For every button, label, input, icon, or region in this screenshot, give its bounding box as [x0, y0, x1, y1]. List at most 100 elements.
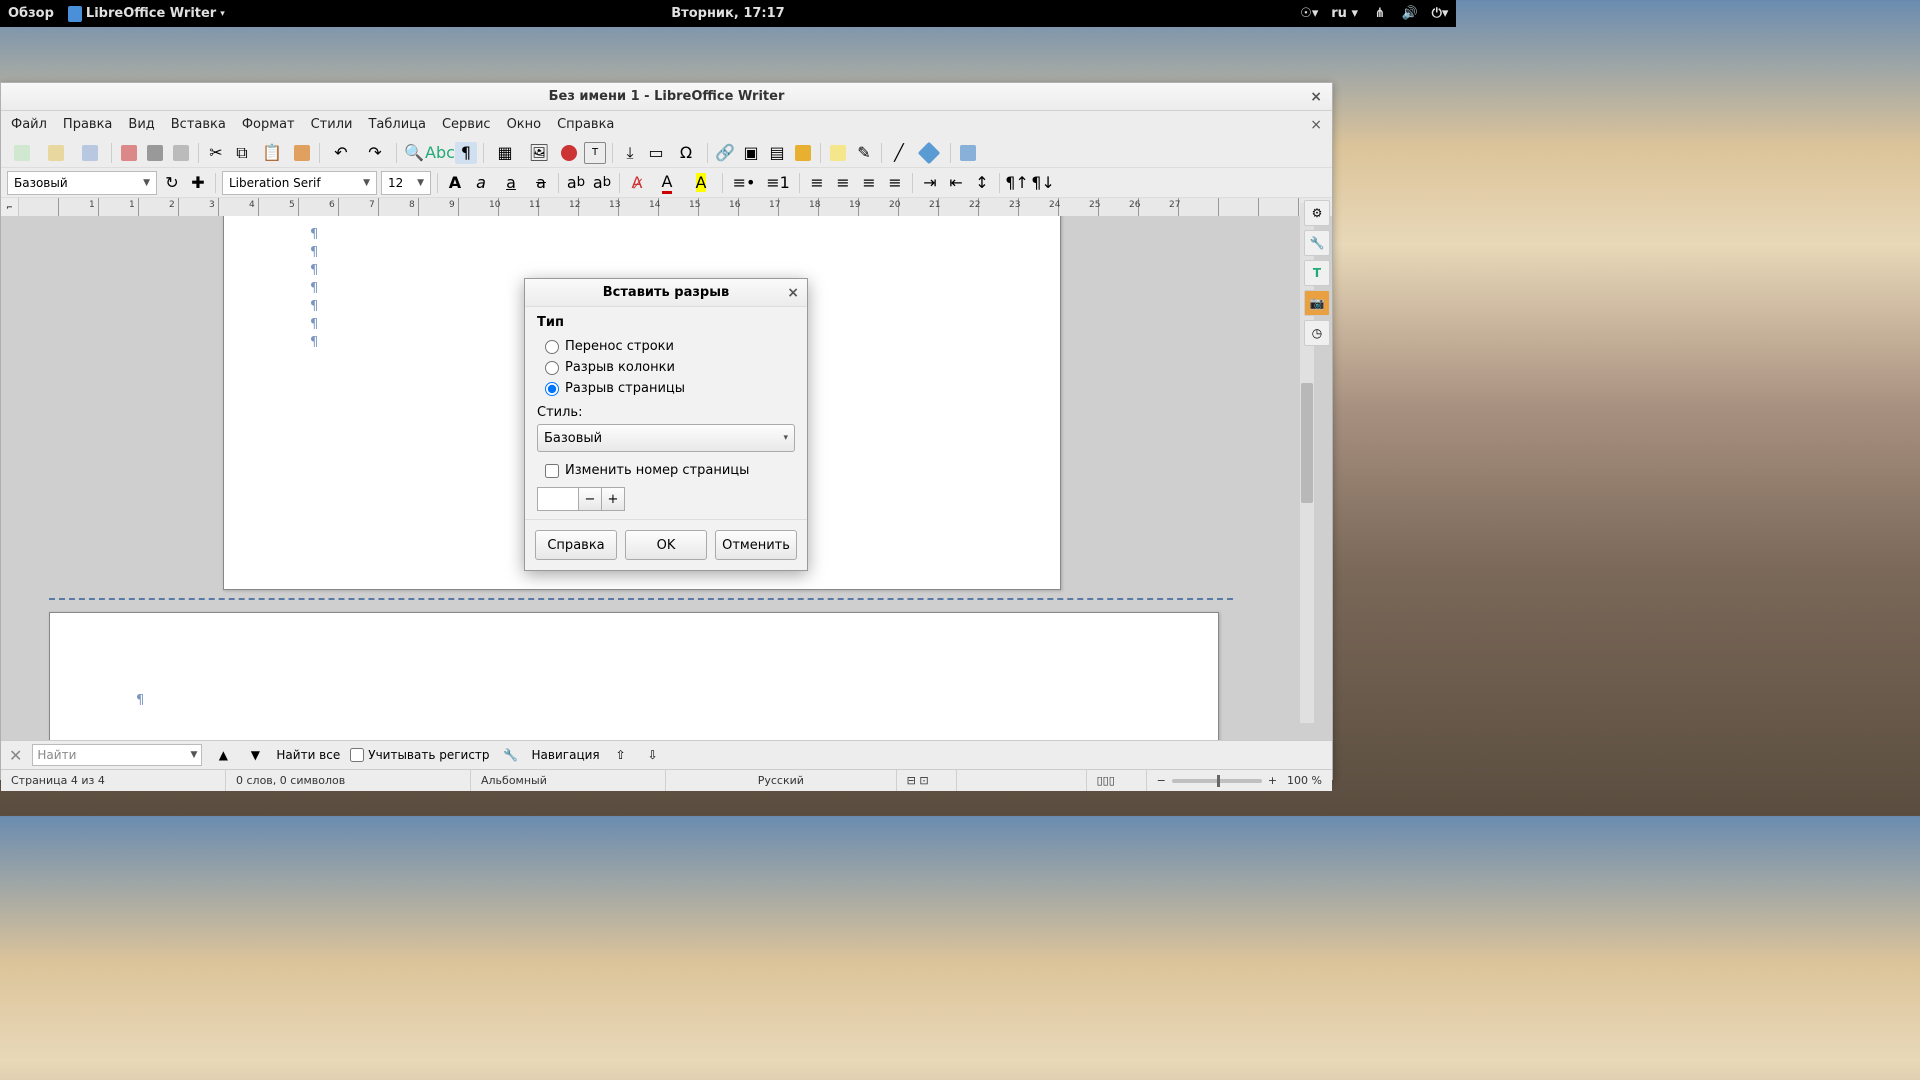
align-right-button[interactable]: ≡ — [858, 172, 880, 194]
line-button[interactable]: ╱ — [888, 142, 910, 164]
increase-indent-button[interactable]: ⇥ — [919, 172, 941, 194]
help-button[interactable]: Справка — [535, 530, 617, 560]
cut-button[interactable]: ✂ — [205, 142, 227, 164]
close-document-button[interactable]: × — [1310, 117, 1322, 133]
find-all-button[interactable]: Найти все — [276, 748, 340, 762]
page-2[interactable]: ¶ — [49, 612, 1219, 740]
horizontal-ruler[interactable]: ⌐ 11234567891011121314151617181920212223… — [1, 198, 1332, 216]
zoom-value[interactable]: 100 % — [1287, 774, 1322, 787]
paragraph-style-combo[interactable]: Базовый▼ — [7, 171, 157, 195]
find-input[interactable]: Найти ▼ — [32, 744, 202, 766]
match-case-checkbox[interactable]: Учитывать регистр — [350, 748, 489, 762]
font-size-combo[interactable]: 12▼ — [381, 171, 431, 195]
zoom-control[interactable]: − + 100 % — [1147, 770, 1332, 791]
page-number-input[interactable] — [537, 487, 579, 511]
radio-page-break[interactable]: Разрыв страницы — [537, 378, 795, 399]
new-doc-button[interactable] — [7, 142, 37, 164]
find-replace-button[interactable]: 🔍 — [403, 142, 425, 164]
export-pdf-button[interactable] — [118, 142, 140, 164]
basic-shapes-button[interactable] — [914, 142, 944, 164]
italic-button[interactable]: a — [470, 172, 492, 194]
paste-button[interactable]: 📋 — [257, 142, 287, 164]
status-signature[interactable] — [957, 770, 1087, 791]
find-next-button[interactable]: ▼ — [244, 744, 266, 766]
power-icon[interactable]: ⏻▾ — [1432, 6, 1448, 22]
page-break-button[interactable]: ⤓ — [619, 142, 641, 164]
bullets-button[interactable]: ≡• — [729, 172, 759, 194]
volume-icon[interactable]: 🔊 — [1402, 6, 1418, 22]
change-page-number-checkbox[interactable]: Изменить номер страницы — [537, 460, 795, 481]
status-layout[interactable]: Альбомный — [471, 770, 666, 791]
menu-edit[interactable]: Правка — [63, 117, 112, 132]
print-preview-button[interactable] — [170, 142, 192, 164]
network-icon[interactable]: ⋔ — [1372, 6, 1388, 22]
footnote-button[interactable]: ▣ — [740, 142, 762, 164]
spinner-plus-button[interactable]: + — [601, 487, 625, 511]
align-center-button[interactable]: ≡ — [832, 172, 854, 194]
font-color-button[interactable]: A — [652, 172, 682, 194]
track-changes-button[interactable]: ✎ — [853, 142, 875, 164]
new-style-button[interactable]: ✚ — [187, 172, 209, 194]
superscript-button[interactable]: ab — [565, 172, 587, 194]
undo-button[interactable]: ↶ — [326, 142, 356, 164]
zoom-slider[interactable] — [1172, 779, 1262, 783]
open-button[interactable] — [41, 142, 71, 164]
find-prev-button[interactable]: ▲ — [212, 744, 234, 766]
ok-button[interactable]: OK — [625, 530, 707, 560]
nav-down-button[interactable]: ⇩ — [642, 744, 664, 766]
status-insert-mode[interactable]: ⊟ ⊡ — [897, 770, 957, 791]
zoom-in-button[interactable]: + — [1268, 774, 1277, 787]
hyperlink-button[interactable]: 🔗 — [714, 142, 736, 164]
sidebar-properties-button[interactable]: ⚙ — [1304, 200, 1330, 226]
menu-format[interactable]: Формат — [242, 117, 295, 132]
radio-column-break[interactable]: Разрыв колонки — [537, 357, 795, 378]
menu-table[interactable]: Таблица — [368, 117, 426, 132]
align-justify-button[interactable]: ≡ — [884, 172, 906, 194]
nav-up-button[interactable]: ⇧ — [610, 744, 632, 766]
bookmark-button[interactable] — [792, 142, 814, 164]
radio-line-break[interactable]: Перенос строки — [537, 336, 795, 357]
spellcheck-button[interactable]: Abc — [429, 142, 451, 164]
cancel-button[interactable]: Отменить — [715, 530, 797, 560]
numbering-button[interactable]: ≡1 — [763, 172, 793, 194]
underline-button[interactable]: a — [496, 172, 526, 194]
status-words[interactable]: 0 слов, 0 символов — [226, 770, 471, 791]
dialog-close-button[interactable]: × — [787, 285, 799, 301]
page-number-spinner[interactable]: − + — [537, 487, 795, 511]
menu-insert[interactable]: Вставка — [171, 117, 226, 132]
app-menu[interactable]: LibreOffice Writer ▾ — [68, 6, 225, 22]
style-select[interactable]: Базовый▾ — [537, 424, 795, 452]
clear-format-button[interactable]: A̷ — [626, 172, 648, 194]
clock[interactable]: Вторник, 17:17 — [671, 6, 784, 21]
status-view-layout[interactable]: ▯▯▯ — [1087, 770, 1147, 791]
clone-format-button[interactable] — [291, 142, 313, 164]
copy-button[interactable]: ⧉ — [231, 142, 253, 164]
spinner-minus-button[interactable]: − — [578, 487, 602, 511]
activities-button[interactable]: Обзор — [8, 6, 54, 21]
highlight-button[interactable]: A — [686, 172, 716, 194]
status-language[interactable]: Русский — [666, 770, 897, 791]
redo-button[interactable]: ↷ — [360, 142, 390, 164]
update-style-button[interactable]: ↻ — [161, 172, 183, 194]
sidebar-gallery-button[interactable]: T — [1304, 260, 1330, 286]
comment-button[interactable] — [827, 142, 849, 164]
field-button[interactable]: ▭ — [645, 142, 667, 164]
menu-styles[interactable]: Стили — [311, 117, 353, 132]
accessibility-icon[interactable]: ☉▾ — [1301, 6, 1317, 22]
menu-file[interactable]: Файл — [11, 117, 47, 132]
close-findbar-button[interactable]: ✕ — [9, 746, 22, 765]
strikethrough-button[interactable]: a — [530, 172, 552, 194]
subscript-button[interactable]: ab — [591, 172, 613, 194]
draw-functions-button[interactable] — [957, 142, 979, 164]
menu-window[interactable]: Окно — [507, 117, 542, 132]
menu-tools[interactable]: Сервис — [442, 117, 491, 132]
table-button[interactable]: ▦ — [490, 142, 520, 164]
special-char-button[interactable]: Ω — [671, 142, 701, 164]
find-options-button[interactable]: 🔧 — [500, 744, 522, 766]
window-close-button[interactable]: × — [1310, 89, 1322, 105]
chart-button[interactable] — [558, 142, 580, 164]
keyboard-layout[interactable]: ru ▾ — [1331, 6, 1358, 21]
sidebar-more-button[interactable]: ◷ — [1304, 320, 1330, 346]
image-button[interactable]: 🖼 — [524, 142, 554, 164]
textbox-button[interactable]: T — [584, 142, 606, 164]
